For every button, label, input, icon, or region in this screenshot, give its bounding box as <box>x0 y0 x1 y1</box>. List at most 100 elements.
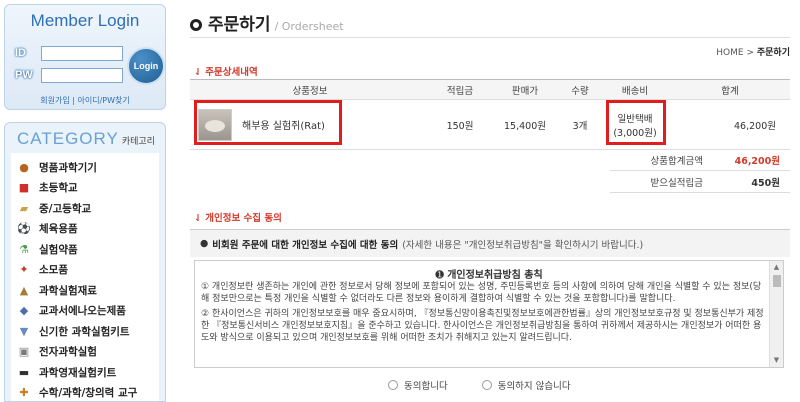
privacy-section-label: 개인정보 수집 동의 <box>205 213 282 224</box>
col-header-price: 판매가 <box>490 79 560 100</box>
summary-total-value: 46,200원 <box>734 155 780 167</box>
col-header-product: 상품정보 <box>190 79 430 100</box>
privacy-notice-bold: 비회원 주문에 대한 개인정보 수집에 대한 동의 <box>212 239 399 251</box>
breadcrumb: HOME > 주문하기 <box>716 45 790 58</box>
privacy-terms-box[interactable]: ➊ 개인정보취급방침 총칙 ① 개인정보란 생존하는 개인에 관한 정보로서 당… <box>194 260 784 368</box>
category-label: 명품과학기기 <box>39 161 97 174</box>
category-item[interactable]: ▰ 중/고등학교 <box>11 198 159 219</box>
category-label: 수학/과학/창의력 교구 <box>39 387 138 400</box>
kit-icon: ▼ <box>19 324 29 338</box>
math-icon: ✚ <box>19 386 29 400</box>
category-item[interactable]: ▲ 과학실험재료 <box>11 280 159 301</box>
page-title-en: / Ordersheet <box>274 20 344 33</box>
globe-icon: ● <box>19 160 29 174</box>
password-input[interactable] <box>41 67 123 83</box>
page-title-text: 주문하기 <box>208 15 271 35</box>
signup-find-links[interactable]: 회원가입 | 아이디/PW찾기 <box>5 95 165 106</box>
category-item[interactable]: ▣ 전자과학실험 <box>11 342 159 363</box>
product-highlight-box <box>194 100 342 145</box>
pw-label: PW <box>15 69 33 81</box>
category-label: 체육용품 <box>39 223 78 236</box>
summary-points-label: 받으실적립금 <box>650 177 703 189</box>
summary-total-row: 상품합계금액 46,200원 <box>610 149 790 171</box>
category-label: 전자과학실험 <box>39 346 97 359</box>
terms-paragraph-1: ① 개인정보란 생존하는 개인에 관한 정보로서 당해 정보에 포함되어 있는 … <box>201 282 762 304</box>
category-label: 실험약품 <box>39 243 78 256</box>
id-label: ID <box>15 47 26 59</box>
summary-points-row: 받으실적립금 450원 <box>610 171 790 193</box>
agree-label: 동의합니다 <box>404 381 448 392</box>
textbook-icon: ◆ <box>19 304 29 318</box>
category-box: CATEGORY 카테고리 ● 명품과학기기 ■ 초등학교 ▰ 중/고등학교 ⚽ 체육용… <box>4 122 166 402</box>
category-list: ● 명품과학기기 ■ 초등학교 ▰ 중/고등학교 ⚽ 체육용품 ⚗ 실험약품 ✦ 소모품 ▲… <box>11 153 159 401</box>
col-header-points: 적립금 <box>430 79 490 100</box>
terms-paragraph-2: ② 한사이언스은 귀하의 개인정보보호를 매우 중요시하며, 『정보통신망이용촉… <box>201 309 764 343</box>
qty-cell: 3개 <box>560 99 600 150</box>
order-section-title: ⇃ 주문상세내역 <box>194 64 258 78</box>
breadcrumb-home[interactable]: HOME <box>716 48 743 58</box>
id-input[interactable] <box>41 45 123 61</box>
id-row: ID <box>15 45 123 61</box>
material-icon: ▲ <box>19 283 29 297</box>
order-section-label: 주문상세내역 <box>205 67 258 78</box>
title-circle-icon <box>190 19 202 31</box>
disagree-radio[interactable]: 동의하지 않습니다 <box>481 378 571 392</box>
disagree-radio-circle[interactable] <box>481 380 492 390</box>
terms-heading: ➊ 개인정보취급방침 총칙 <box>195 261 783 281</box>
summary-total-label: 상품합계금액 <box>650 155 703 167</box>
category-subtitle: 카테고리 <box>121 137 155 147</box>
category-item[interactable]: ✚ 수학/과학/창의력 교구 <box>11 383 159 402</box>
category-item[interactable]: ■ 초등학교 <box>11 178 159 199</box>
pw-row: PW <box>15 67 123 83</box>
bullet-icon: ● <box>200 238 209 249</box>
scroll-thumb[interactable] <box>773 275 781 287</box>
login-button[interactable]: Login <box>127 47 165 85</box>
privacy-notice-bar: ● 비회원 주문에 대한 개인정보 수집에 대한 동의 (자세한 내용은 "개인… <box>190 229 790 257</box>
scroll-down-icon[interactable]: ▼ <box>772 356 781 365</box>
category-header: CATEGORY 카테고리 <box>5 123 165 153</box>
arrow-down-icon: ⇃ <box>194 213 202 224</box>
member-login-box: Member Login ID PW Login 회원가입 | 아이디/PW찾기 <box>4 4 166 110</box>
category-item[interactable]: ⚗ 실험약품 <box>11 239 159 260</box>
circle-arrow-icon: ➊ <box>435 270 444 281</box>
price-cell: 15,400원 <box>490 99 560 150</box>
category-item[interactable]: ◆ 교과서에나오는제품 <box>11 301 159 322</box>
category-label: 초등학교 <box>39 182 78 195</box>
category-title: CATEGORY <box>17 129 119 148</box>
category-label: 소모품 <box>39 264 68 277</box>
electronics-icon: ▣ <box>18 345 30 359</box>
col-header-total: 합계 <box>670 79 790 100</box>
flask-icon: ⚗ <box>19 242 29 256</box>
agree-radio[interactable]: 동의합니다 <box>388 378 448 392</box>
category-label: 과학영재실험키트 <box>39 366 117 379</box>
disagree-label: 동의하지 않습니다 <box>497 381 571 392</box>
consent-radio-group: 동의합니다 동의하지 않습니다 <box>388 378 571 392</box>
category-label: 교과서에나오는제품 <box>39 305 126 318</box>
category-label: 과학실험재료 <box>39 284 97 297</box>
category-item[interactable]: ● 명품과학기기 <box>11 157 159 178</box>
col-header-qty: 수량 <box>560 79 600 100</box>
school-icon: ■ <box>18 181 30 195</box>
terms-body: ① 개인정보란 생존하는 개인에 관한 정보로서 당해 정보에 포함되어 있는 … <box>195 281 783 344</box>
breadcrumb-current: 주문하기 <box>756 48 790 58</box>
terms-heading-text: 개인정보취급방침 총칙 <box>447 270 543 281</box>
col-header-shipping: 배송비 <box>600 79 670 100</box>
category-label: 중/고등학교 <box>39 202 92 215</box>
terms-scrollbar[interactable]: ▲ ▼ <box>769 261 783 367</box>
points-cell: 150원 <box>430 99 490 150</box>
login-title: Member Login <box>30 11 140 30</box>
total-cell: 46,200원 <box>670 99 790 150</box>
privacy-notice-gray: (자세한 내용은 "개인정보취급방침"을 확인하시기 바랍니다.) <box>402 239 644 251</box>
summary-points-value: 450원 <box>751 177 780 189</box>
main-content: 주문하기 / Ordersheet HOME > 주문하기 ⇃ 주문상세내역 상… <box>190 0 800 402</box>
agree-radio-circle[interactable] <box>388 380 398 390</box>
scroll-up-icon[interactable]: ▲ <box>772 263 781 272</box>
ball-icon: ⚽ <box>17 222 31 236</box>
privacy-section-title: ⇃ 개인정보 수집 동의 <box>194 210 282 224</box>
category-item[interactable]: ▬ 과학영재실험키트 <box>11 362 159 383</box>
category-item[interactable]: ✦ 소모품 <box>11 260 159 281</box>
category-item[interactable]: ⚽ 체육용품 <box>11 219 159 240</box>
category-item[interactable]: ▼ 신기한 과학실험키트 <box>11 321 159 342</box>
left-sidebar: Member Login ID PW Login 회원가입 | 아이디/PW찾기… <box>0 0 168 402</box>
page-title: 주문하기 / Ordersheet <box>190 10 344 35</box>
